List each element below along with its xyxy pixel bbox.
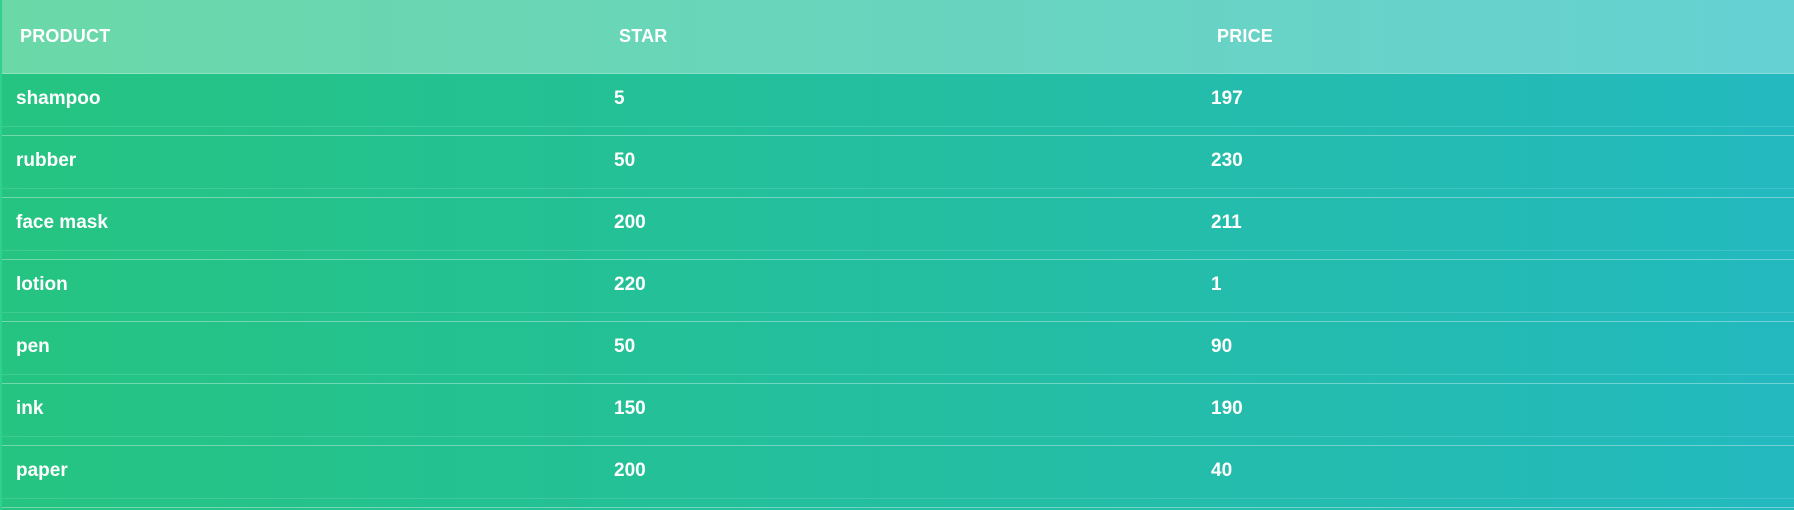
table-header: PRODUCT STAR PRICE [2, 0, 1794, 74]
table-row: rubber 50 230 [2, 136, 1794, 198]
table-row: lotion 220 1 [2, 260, 1794, 322]
star-cell: 50 [614, 336, 636, 357]
table-body: shampoo 5 197 rubber 50 230 face mask 20… [2, 74, 1794, 508]
star-cell: 50 [614, 150, 636, 171]
price-cell: 90 [1211, 336, 1233, 357]
product-cell: ink [16, 398, 44, 419]
column-header-price: PRICE [1217, 26, 1274, 46]
star-cell: 150 [614, 398, 646, 419]
table-row: shampoo 5 197 [2, 74, 1794, 136]
price-cell: 1 [1211, 274, 1222, 295]
product-cell: lotion [16, 274, 68, 295]
star-cell: 220 [614, 274, 646, 295]
price-cell: 190 [1211, 398, 1243, 419]
price-cell: 230 [1211, 150, 1243, 171]
price-cell: 197 [1211, 88, 1243, 109]
table-row: paper 200 40 [2, 446, 1794, 508]
star-cell: 200 [614, 212, 646, 233]
star-cell: 5 [614, 88, 625, 109]
product-table: PRODUCT STAR PRICE shampoo 5 197 rubber … [0, 0, 1794, 510]
price-cell: 40 [1211, 460, 1233, 481]
star-cell: 200 [614, 460, 646, 481]
column-header-star: STAR [619, 26, 668, 46]
product-cell: shampoo [16, 88, 101, 109]
product-cell: face mask [16, 212, 108, 233]
table-row: pen 50 90 [2, 322, 1794, 384]
product-cell: rubber [16, 150, 77, 171]
table-row: ink 150 190 [2, 384, 1794, 446]
price-cell: 211 [1211, 212, 1242, 233]
table-row: face mask 200 211 [2, 198, 1794, 260]
product-cell: paper [16, 460, 68, 481]
product-cell: pen [16, 336, 50, 357]
column-header-product: PRODUCT [20, 26, 111, 46]
